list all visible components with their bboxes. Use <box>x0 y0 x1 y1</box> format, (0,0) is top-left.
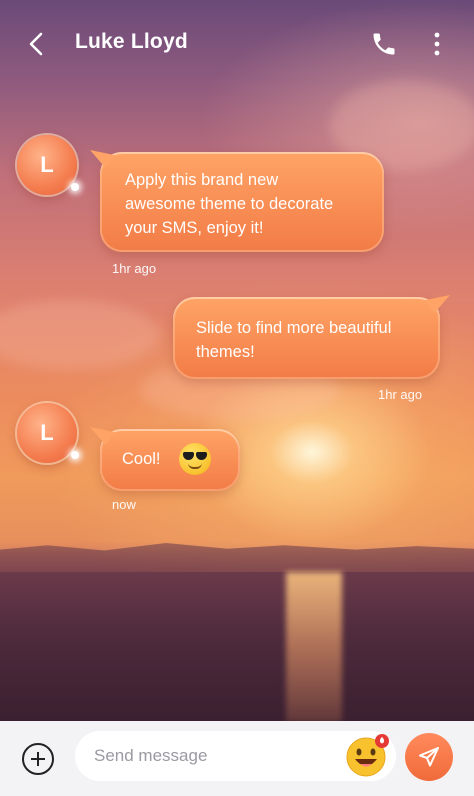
message-composer <box>0 721 474 796</box>
incoming-message-bubble[interactable]: Cool! <box>90 427 240 491</box>
message-text: Cool! <box>122 450 161 468</box>
chat-screen: Luke Lloyd L Apply this brand new awesom… <box>0 0 474 796</box>
sea <box>0 572 474 722</box>
message-line: themes! <box>196 343 255 361</box>
outgoing-message-bubble[interactable]: Slide to find more beautiful themes! <box>173 295 450 379</box>
back-arrow-icon[interactable] <box>24 30 50 58</box>
message-line: Apply this brand new <box>125 171 279 189</box>
message-line: Slide to find more beautiful <box>196 319 392 337</box>
avatar[interactable]: L <box>17 403 79 463</box>
message-timestamp: 1hr ago <box>112 261 157 276</box>
avatar-letter: L <box>40 152 54 177</box>
message-line: your SMS, enjoy it! <box>125 219 264 237</box>
incoming-message-bubble[interactable]: Apply this brand new awesome theme to de… <box>90 150 384 252</box>
emoji-icon[interactable] <box>345 733 389 777</box>
sun-reflection <box>286 572 342 722</box>
more-vertical-icon[interactable] <box>428 30 446 58</box>
smiling-face-with-sunglasses-icon <box>179 443 211 475</box>
contact-name: Luke Lloyd <box>75 30 188 53</box>
send-button[interactable] <box>405 733 453 781</box>
sparkle <box>71 183 79 191</box>
sparkle <box>71 451 79 459</box>
chat-header: Luke Lloyd <box>0 0 474 86</box>
message-line: awesome theme to decorate <box>125 195 334 213</box>
avatar-letter: L <box>40 420 54 445</box>
plus-circle-icon[interactable] <box>22 743 54 775</box>
message-timestamp: now <box>112 497 136 512</box>
send-icon <box>419 747 439 767</box>
message-timestamp: 1hr ago <box>378 387 423 402</box>
avatar[interactable]: L <box>17 135 79 195</box>
phone-icon[interactable] <box>370 30 398 58</box>
